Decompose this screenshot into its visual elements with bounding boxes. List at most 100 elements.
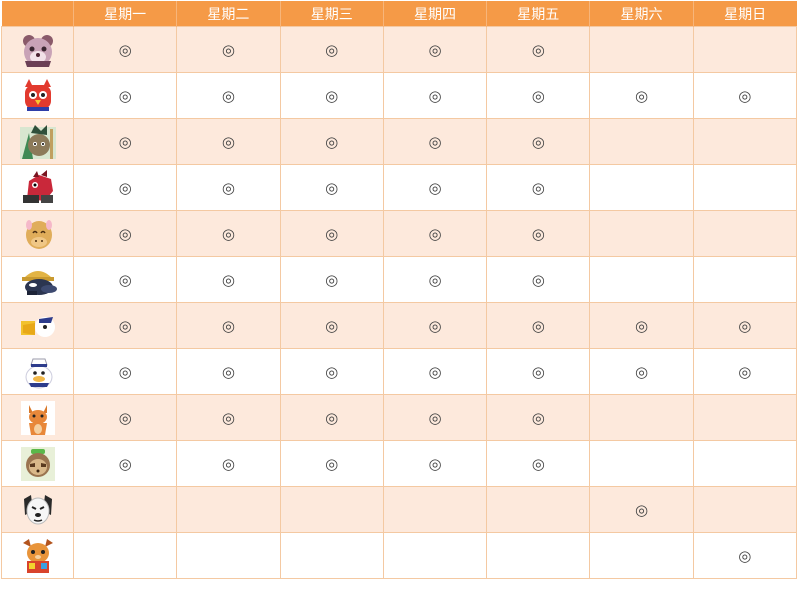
- cell-tuesday: [176, 532, 281, 579]
- red-dinosaur-avatar-icon: [22, 169, 53, 203]
- available-mark: ◎: [531, 454, 545, 473]
- cell-saturday: [589, 532, 694, 579]
- available-mark: ◎: [635, 362, 649, 381]
- cell-friday: ◎: [486, 256, 591, 303]
- cell-monday: ◎: [72, 302, 178, 349]
- header-sunday: 星期日: [692, 1, 797, 27]
- cell-thursday: ◎: [382, 348, 488, 395]
- available-mark: ◎: [428, 132, 442, 151]
- squirrel-avatar-icon: [22, 538, 53, 573]
- available-mark: ◎: [531, 40, 545, 59]
- available-mark: ◎: [531, 408, 545, 427]
- available-mark: ◎: [118, 408, 132, 427]
- avatar-cell: [1, 440, 74, 487]
- available-mark: ◎: [325, 454, 339, 473]
- cell-sunday: ◎: [692, 348, 798, 395]
- available-mark: ◎: [531, 362, 545, 381]
- cell-sunday: [692, 26, 798, 73]
- cell-sunday: [692, 210, 798, 257]
- table-row: ◎ ◎ ◎ ◎ ◎ ◎ ◎: [1, 348, 798, 395]
- cell-friday: ◎: [486, 440, 591, 487]
- cell-thursday: [382, 486, 488, 533]
- cell-thursday: ◎: [382, 72, 488, 119]
- cell-monday: ◎: [72, 118, 178, 165]
- cell-saturday: [589, 256, 694, 303]
- cell-monday: ◎: [72, 440, 178, 487]
- header-thursday: 星期四: [382, 1, 487, 27]
- avatar-cell: [1, 348, 74, 395]
- cell-wednesday: ◎: [279, 164, 384, 211]
- avatar-cell: [1, 118, 74, 165]
- cell-friday: ◎: [486, 302, 591, 349]
- cell-thursday: ◎: [382, 256, 488, 303]
- table-row: ◎: [1, 532, 798, 579]
- available-mark: ◎: [428, 86, 442, 105]
- cell-monday: [72, 486, 178, 533]
- cell-wednesday: ◎: [279, 256, 384, 303]
- cell-tuesday: ◎: [176, 440, 281, 487]
- header-avatar-cell: [1, 1, 74, 27]
- cell-sunday: [692, 486, 798, 533]
- available-mark: ◎: [221, 86, 235, 105]
- cell-friday: [486, 486, 591, 533]
- cell-sunday: [692, 164, 798, 211]
- cell-wednesday: ◎: [279, 210, 384, 257]
- available-mark: ◎: [428, 178, 442, 197]
- cell-wednesday: ◎: [279, 348, 384, 395]
- available-mark: ◎: [118, 270, 132, 289]
- available-mark: ◎: [325, 362, 339, 381]
- header-monday: 星期一: [72, 1, 177, 27]
- cell-sunday: ◎: [692, 532, 798, 579]
- cell-friday: [486, 532, 591, 579]
- available-mark: ◎: [531, 132, 545, 151]
- available-mark: ◎: [118, 224, 132, 243]
- avatar-cell: [1, 26, 74, 73]
- cell-wednesday: [279, 532, 384, 579]
- header-row: 星期一 星期二 星期三 星期四 星期五 星期六 星期日: [1, 1, 797, 27]
- cell-monday: ◎: [72, 394, 178, 441]
- available-mark: ◎: [635, 500, 649, 519]
- cell-monday: ◎: [72, 348, 178, 395]
- pelican-sailor-avatar-icon: [25, 358, 52, 388]
- avatar-cell: [1, 486, 74, 533]
- available-mark: ◎: [531, 270, 545, 289]
- available-mark: ◎: [325, 316, 339, 335]
- cell-friday: ◎: [486, 394, 591, 441]
- cell-saturday: [589, 440, 694, 487]
- cell-tuesday: ◎: [176, 26, 281, 73]
- available-mark: ◎: [428, 454, 442, 473]
- cell-tuesday: ◎: [176, 302, 281, 349]
- available-mark: ◎: [428, 40, 442, 59]
- available-mark: ◎: [531, 316, 545, 335]
- available-mark: ◎: [428, 224, 442, 243]
- avatar-cell: [1, 210, 74, 257]
- available-mark: ◎: [118, 132, 132, 151]
- available-mark: ◎: [221, 178, 235, 197]
- cell-saturday: [589, 210, 694, 257]
- table-row: ◎ ◎ ◎ ◎ ◎: [1, 26, 798, 73]
- schedule-table: 星期一 星期二 星期三 星期四 星期五 星期六 星期日 ◎ ◎ ◎ ◎ ◎ ◎ ◎ ◎ ◎ ◎ ◎ ◎…: [1, 1, 798, 579]
- pelican-avatar-icon: [20, 316, 55, 337]
- cell-tuesday: ◎: [176, 394, 281, 441]
- available-mark: ◎: [531, 178, 545, 197]
- available-mark: ◎: [325, 178, 339, 197]
- cell-saturday: [589, 164, 694, 211]
- cell-tuesday: [176, 486, 281, 533]
- table-row: ◎: [1, 486, 798, 533]
- cell-monday: ◎: [72, 26, 178, 73]
- available-mark: ◎: [118, 178, 132, 197]
- cell-monday: [72, 532, 178, 579]
- cell-wednesday: ◎: [279, 26, 384, 73]
- cell-tuesday: ◎: [176, 210, 281, 257]
- available-mark: ◎: [221, 40, 235, 59]
- red-bird-avatar-icon: [24, 78, 51, 111]
- cell-friday: ◎: [486, 26, 591, 73]
- cat-warrior-avatar-icon: [19, 124, 56, 159]
- header-wednesday: 星期三: [279, 1, 384, 27]
- cell-tuesday: ◎: [176, 256, 281, 303]
- cell-saturday: ◎: [589, 302, 694, 349]
- available-mark: ◎: [738, 86, 752, 105]
- white-dog-avatar-icon: [23, 494, 52, 524]
- cell-saturday: [589, 394, 694, 441]
- table-row: ◎ ◎ ◎ ◎ ◎: [1, 118, 798, 165]
